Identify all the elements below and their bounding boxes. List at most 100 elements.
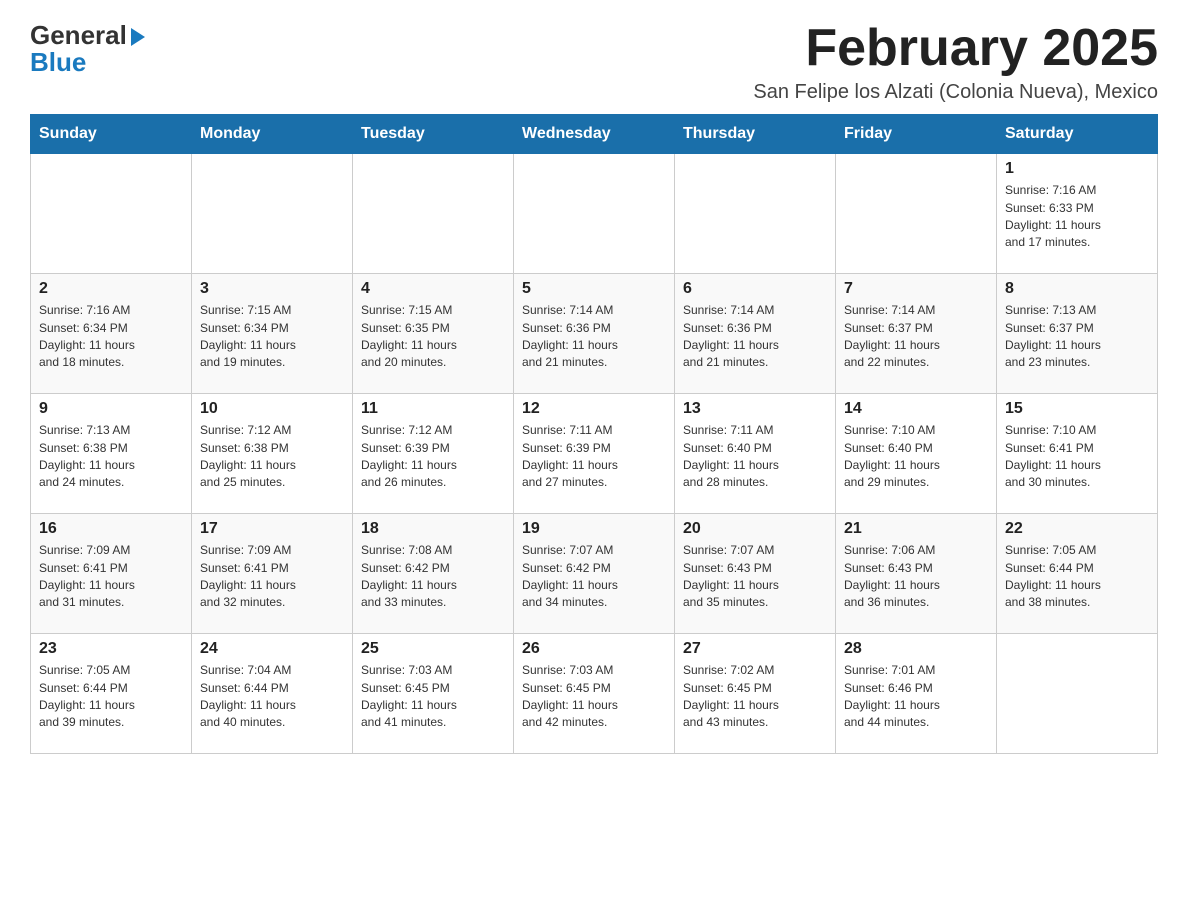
- day-cell: 5 Sunrise: 7:14 AM Sunset: 6:36 PM Daylig…: [514, 274, 675, 394]
- col-header-tuesday: Tuesday: [353, 115, 514, 154]
- day-cell: 15 Sunrise: 7:10 AM Sunset: 6:41 PM Dayli…: [997, 394, 1158, 514]
- day-info: Sunrise: 7:11 AM Sunset: 6:40 PM Dayligh…: [683, 422, 827, 492]
- day-info: Sunrise: 7:10 AM Sunset: 6:41 PM Dayligh…: [1005, 422, 1149, 492]
- day-cell: 13 Sunrise: 7:11 AM Sunset: 6:40 PM Dayli…: [675, 394, 836, 514]
- location-subtitle: San Felipe los Alzati (Colonia Nueva), M…: [753, 81, 1158, 104]
- day-number: 17: [200, 520, 344, 538]
- logo-arrow-icon: [131, 28, 145, 46]
- day-number: 5: [522, 280, 666, 298]
- day-number: 15: [1005, 400, 1149, 418]
- day-cell: 19 Sunrise: 7:07 AM Sunset: 6:42 PM Dayli…: [514, 514, 675, 634]
- day-number: 16: [39, 520, 183, 538]
- day-cell: [192, 154, 353, 274]
- day-number: 1: [1005, 160, 1149, 178]
- day-cell: 16 Sunrise: 7:09 AM Sunset: 6:41 PM Dayli…: [31, 514, 192, 634]
- day-info: Sunrise: 7:05 AM Sunset: 6:44 PM Dayligh…: [1005, 542, 1149, 612]
- col-header-wednesday: Wednesday: [514, 115, 675, 154]
- day-number: 2: [39, 280, 183, 298]
- day-number: 25: [361, 640, 505, 658]
- day-cell: 4 Sunrise: 7:15 AM Sunset: 6:35 PM Daylig…: [353, 274, 514, 394]
- day-cell: 3Sunrise: 7:15 AM Sunset: 6:34 PM Daylig…: [192, 274, 353, 394]
- col-header-friday: Friday: [836, 115, 997, 154]
- day-info: Sunrise: 7:09 AM Sunset: 6:41 PM Dayligh…: [39, 542, 183, 612]
- day-number: 4: [361, 280, 505, 298]
- day-number: 8: [1005, 280, 1149, 298]
- day-cell: [675, 154, 836, 274]
- day-info: Sunrise: 7:14 AM Sunset: 6:36 PM Dayligh…: [683, 302, 827, 372]
- day-info: Sunrise: 7:06 AM Sunset: 6:43 PM Dayligh…: [844, 542, 988, 612]
- day-cell: 11Sunrise: 7:12 AM Sunset: 6:39 PM Dayli…: [353, 394, 514, 514]
- day-info: Sunrise: 7:13 AM Sunset: 6:38 PM Dayligh…: [39, 422, 183, 492]
- day-number: 23: [39, 640, 183, 658]
- title-area: February 2025 San Felipe los Alzati (Col…: [753, 20, 1158, 104]
- day-number: 6: [683, 280, 827, 298]
- day-number: 10: [200, 400, 344, 418]
- day-cell: [997, 634, 1158, 754]
- day-number: 20: [683, 520, 827, 538]
- day-number: 24: [200, 640, 344, 658]
- day-cell: 12Sunrise: 7:11 AM Sunset: 6:39 PM Dayli…: [514, 394, 675, 514]
- week-row-4: 16 Sunrise: 7:09 AM Sunset: 6:41 PM Dayli…: [31, 514, 1158, 634]
- day-info: Sunrise: 7:16 AM Sunset: 6:34 PM Dayligh…: [39, 302, 183, 372]
- day-info: Sunrise: 7:14 AM Sunset: 6:36 PM Dayligh…: [522, 302, 666, 372]
- day-info: Sunrise: 7:14 AM Sunset: 6:37 PM Dayligh…: [844, 302, 988, 372]
- day-cell: 8 Sunrise: 7:13 AM Sunset: 6:37 PM Daylig…: [997, 274, 1158, 394]
- day-cell: [836, 154, 997, 274]
- day-cell: [353, 154, 514, 274]
- day-cell: [31, 154, 192, 274]
- day-number: 9: [39, 400, 183, 418]
- logo-blue-text: Blue: [30, 47, 86, 78]
- day-number: 27: [683, 640, 827, 658]
- day-cell: 9 Sunrise: 7:13 AM Sunset: 6:38 PM Daylig…: [31, 394, 192, 514]
- day-cell: [514, 154, 675, 274]
- day-number: 18: [361, 520, 505, 538]
- day-info: Sunrise: 7:07 AM Sunset: 6:42 PM Dayligh…: [522, 542, 666, 612]
- col-header-sunday: Sunday: [31, 115, 192, 154]
- day-number: 14: [844, 400, 988, 418]
- day-cell: 14 Sunrise: 7:10 AM Sunset: 6:40 PM Dayli…: [836, 394, 997, 514]
- day-cell: 1 Sunrise: 7:16 AM Sunset: 6:33 PM Daylig…: [997, 154, 1158, 274]
- day-cell: 26 Sunrise: 7:03 AM Sunset: 6:45 PM Dayli…: [514, 634, 675, 754]
- day-info: Sunrise: 7:02 AM Sunset: 6:45 PM Dayligh…: [683, 662, 827, 732]
- week-row-5: 23 Sunrise: 7:05 AM Sunset: 6:44 PM Dayli…: [31, 634, 1158, 754]
- day-cell: 24 Sunrise: 7:04 AM Sunset: 6:44 PM Dayli…: [192, 634, 353, 754]
- day-info: Sunrise: 7:15 AM Sunset: 6:35 PM Dayligh…: [361, 302, 505, 372]
- logo: General Blue: [30, 20, 145, 78]
- day-info: Sunrise: 7:15 AM Sunset: 6:34 PM Dayligh…: [200, 302, 344, 372]
- day-info: Sunrise: 7:10 AM Sunset: 6:40 PM Dayligh…: [844, 422, 988, 492]
- day-number: 26: [522, 640, 666, 658]
- day-info: Sunrise: 7:01 AM Sunset: 6:46 PM Dayligh…: [844, 662, 988, 732]
- day-number: 22: [1005, 520, 1149, 538]
- week-row-2: 2 Sunrise: 7:16 AM Sunset: 6:34 PM Daylig…: [31, 274, 1158, 394]
- col-header-monday: Monday: [192, 115, 353, 154]
- day-number: 21: [844, 520, 988, 538]
- day-info: Sunrise: 7:04 AM Sunset: 6:44 PM Dayligh…: [200, 662, 344, 732]
- day-number: 11: [361, 400, 505, 418]
- day-number: 13: [683, 400, 827, 418]
- day-info: Sunrise: 7:12 AM Sunset: 6:38 PM Dayligh…: [200, 422, 344, 492]
- month-title: February 2025: [753, 20, 1158, 77]
- day-number: 19: [522, 520, 666, 538]
- day-cell: 6 Sunrise: 7:14 AM Sunset: 6:36 PM Daylig…: [675, 274, 836, 394]
- day-info: Sunrise: 7:03 AM Sunset: 6:45 PM Dayligh…: [361, 662, 505, 732]
- day-cell: 21 Sunrise: 7:06 AM Sunset: 6:43 PM Dayli…: [836, 514, 997, 634]
- day-cell: 17 Sunrise: 7:09 AM Sunset: 6:41 PM Dayli…: [192, 514, 353, 634]
- day-info: Sunrise: 7:13 AM Sunset: 6:37 PM Dayligh…: [1005, 302, 1149, 372]
- day-info: Sunrise: 7:08 AM Sunset: 6:42 PM Dayligh…: [361, 542, 505, 612]
- day-cell: 10 Sunrise: 7:12 AM Sunset: 6:38 PM Dayli…: [192, 394, 353, 514]
- day-number: 12: [522, 400, 666, 418]
- col-header-saturday: Saturday: [997, 115, 1158, 154]
- day-cell: 20 Sunrise: 7:07 AM Sunset: 6:43 PM Dayli…: [675, 514, 836, 634]
- header: General Blue February 2025 San Felipe lo…: [30, 20, 1158, 104]
- day-info: Sunrise: 7:16 AM Sunset: 6:33 PM Dayligh…: [1005, 182, 1149, 252]
- day-header-row: SundayMondayTuesdayWednesdayThursdayFrid…: [31, 115, 1158, 154]
- day-info: Sunrise: 7:05 AM Sunset: 6:44 PM Dayligh…: [39, 662, 183, 732]
- day-info: Sunrise: 7:09 AM Sunset: 6:41 PM Dayligh…: [200, 542, 344, 612]
- day-info: Sunrise: 7:03 AM Sunset: 6:45 PM Dayligh…: [522, 662, 666, 732]
- day-number: 7: [844, 280, 988, 298]
- calendar-table: SundayMondayTuesdayWednesdayThursdayFrid…: [30, 114, 1158, 754]
- day-cell: 18 Sunrise: 7:08 AM Sunset: 6:42 PM Dayli…: [353, 514, 514, 634]
- day-number: 28: [844, 640, 988, 658]
- day-cell: 25 Sunrise: 7:03 AM Sunset: 6:45 PM Dayli…: [353, 634, 514, 754]
- day-info: Sunrise: 7:07 AM Sunset: 6:43 PM Dayligh…: [683, 542, 827, 612]
